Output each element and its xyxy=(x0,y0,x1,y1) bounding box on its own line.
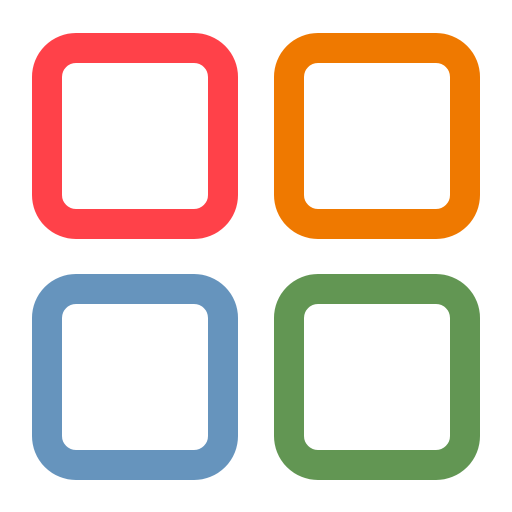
top-left-tile xyxy=(32,33,238,239)
bottom-left-tile xyxy=(32,274,238,480)
app-grid-icon xyxy=(0,0,512,512)
bottom-right-tile xyxy=(274,274,480,480)
top-right-tile xyxy=(274,33,480,239)
